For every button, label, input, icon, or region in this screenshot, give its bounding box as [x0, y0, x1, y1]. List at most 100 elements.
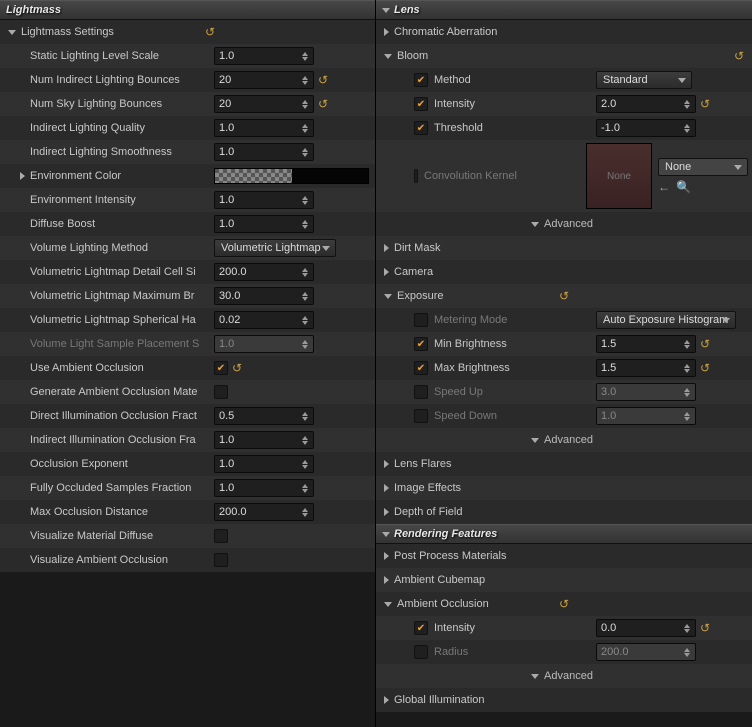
indirect-occ-input[interactable]: 1.0 [214, 431, 314, 449]
env-intensity-row: Environment Intensity 1.0 [0, 188, 375, 212]
use-selected-icon[interactable]: ← [658, 180, 670, 194]
bloom-header-row[interactable]: Bloom ↺ [376, 44, 752, 68]
lensflares-row[interactable]: Lens Flares [376, 452, 752, 476]
ao-radius-override-checkbox[interactable] [414, 645, 428, 659]
vol-method-label: Volume Lighting Method [30, 242, 214, 254]
global-illum-row[interactable]: Global Illumination [376, 688, 752, 712]
env-color-row[interactable]: Environment Color [0, 164, 375, 188]
lightmass-settings-row[interactable]: Lightmass Settings ↺ [0, 20, 375, 44]
indirect-quality-input[interactable]: 1.0 [214, 119, 314, 137]
ao-radius-input: 200.0 [596, 643, 696, 661]
bloom-advanced-row[interactable]: Advanced [376, 212, 752, 236]
lens-header[interactable]: Lens [376, 0, 752, 20]
asset-thumbnail[interactable]: None [586, 143, 652, 209]
reset-icon[interactable]: ↺ [700, 337, 710, 351]
chevron-down-icon [531, 222, 539, 227]
chromatic-row[interactable]: Chromatic Aberration [376, 20, 752, 44]
minbr-input[interactable]: 1.5 [596, 335, 696, 353]
use-ao-checkbox[interactable] [214, 361, 228, 375]
rendering-header[interactable]: Rendering Features [376, 524, 752, 544]
lens-panel: Lens Chromatic Aberration Bloom ↺ Method… [376, 0, 752, 727]
occ-exp-label: Occlusion Exponent [30, 458, 214, 470]
static-scale-row: Static Lighting Level Scale 1.0 [0, 44, 375, 68]
env-intensity-input[interactable]: 1.0 [214, 191, 314, 209]
indirect-quality-label: Indirect Lighting Quality [30, 122, 214, 134]
metering-combo[interactable]: Auto Exposure Histogram [596, 311, 736, 329]
vol-maxbr-input[interactable]: 30.0 [214, 287, 314, 305]
vol-maxbr-row: Volumetric Lightmap Maximum Br 30.0 [0, 284, 375, 308]
env-color-swatch[interactable] [214, 168, 369, 184]
static-scale-label: Static Lighting Level Scale [30, 50, 214, 62]
metering-label: Metering Mode [434, 314, 596, 326]
speeddown-label: Speed Down [434, 410, 596, 422]
vis-ao-row: Visualize Ambient Occlusion [0, 548, 375, 572]
ao-header-row[interactable]: Ambient Occlusion ↺ [376, 592, 752, 616]
reset-icon[interactable]: ↺ [205, 25, 215, 39]
reset-icon[interactable]: ↺ [318, 73, 328, 87]
bloom-method-combo[interactable]: Standard [596, 71, 692, 89]
ao-intensity-input[interactable]: 0.0 [596, 619, 696, 637]
dof-label: Depth of Field [394, 506, 556, 518]
minbr-override-checkbox[interactable] [414, 337, 428, 351]
maxbr-override-checkbox[interactable] [414, 361, 428, 375]
indirect-occ-label: Indirect Illumination Occlusion Fra [30, 434, 214, 446]
speeddown-override-checkbox[interactable] [414, 409, 428, 423]
num-indirect-input[interactable]: 20 [214, 71, 314, 89]
vis-ao-checkbox[interactable] [214, 553, 228, 567]
reset-icon[interactable]: ↺ [700, 361, 710, 375]
bloom-threshold-input[interactable]: -1.0 [596, 119, 696, 137]
imageeffects-row[interactable]: Image Effects [376, 476, 752, 500]
maxbr-input[interactable]: 1.5 [596, 359, 696, 377]
occ-exp-input[interactable]: 1.0 [214, 455, 314, 473]
reset-icon[interactable]: ↺ [318, 97, 328, 111]
num-sky-row: Num Sky Lighting Bounces 20↺ [0, 92, 375, 116]
use-ao-row: Use Ambient Occlusion ↺ [0, 356, 375, 380]
conv-override-checkbox[interactable] [414, 169, 418, 183]
vol-detail-input[interactable]: 200.0 [214, 263, 314, 281]
gen-ao-checkbox[interactable] [214, 385, 228, 399]
intensity-override-checkbox[interactable] [414, 97, 428, 111]
ambcubemap-row[interactable]: Ambient Cubemap [376, 568, 752, 592]
reset-icon[interactable]: ↺ [559, 597, 569, 611]
exposure-header-row[interactable]: Exposure ↺ [376, 284, 752, 308]
vis-diffuse-checkbox[interactable] [214, 529, 228, 543]
reset-icon[interactable]: ↺ [700, 97, 710, 111]
global-illum-label: Global Illumination [394, 694, 556, 706]
fully-occ-row: Fully Occluded Samples Fraction 1.0 [0, 476, 375, 500]
vis-diffuse-label: Visualize Material Diffuse [30, 530, 214, 542]
ppm-row[interactable]: Post Process Materials [376, 544, 752, 568]
metering-override-checkbox[interactable] [414, 313, 428, 327]
bloom-intensity-input[interactable]: 2.0 [596, 95, 696, 113]
browse-icon[interactable]: 🔍 [676, 180, 691, 194]
exposure-advanced-row[interactable]: Advanced [376, 428, 752, 452]
camera-row[interactable]: Camera [376, 260, 752, 284]
num-sky-input[interactable]: 20 [214, 95, 314, 113]
ao-intensity-override-checkbox[interactable] [414, 621, 428, 635]
speedup-override-checkbox[interactable] [414, 385, 428, 399]
diffuse-boost-label: Diffuse Boost [30, 218, 214, 230]
bloom-threshold-row: Threshold -1.0 [376, 116, 752, 140]
max-bright-row: Max Brightness 1.5↺ [376, 356, 752, 380]
ao-advanced-row[interactable]: Advanced [376, 664, 752, 688]
vol-sph-input[interactable]: 0.02 [214, 311, 314, 329]
dirtmask-row[interactable]: Dirt Mask [376, 236, 752, 260]
max-occ-dist-input[interactable]: 200.0 [214, 503, 314, 521]
reset-icon[interactable]: ↺ [232, 361, 242, 375]
reset-icon[interactable]: ↺ [559, 289, 569, 303]
static-scale-input[interactable]: 1.0 [214, 47, 314, 65]
lensflares-label: Lens Flares [394, 458, 556, 470]
method-override-checkbox[interactable] [414, 73, 428, 87]
lightmass-header[interactable]: Lightmass [0, 0, 375, 20]
reset-icon[interactable]: ↺ [734, 49, 744, 63]
diffuse-boost-input[interactable]: 1.0 [214, 215, 314, 233]
threshold-override-checkbox[interactable] [414, 121, 428, 135]
fully-occ-input[interactable]: 1.0 [214, 479, 314, 497]
direct-occ-input[interactable]: 0.5 [214, 407, 314, 425]
reset-icon[interactable]: ↺ [700, 621, 710, 635]
dof-row[interactable]: Depth of Field [376, 500, 752, 524]
indirect-smooth-input[interactable]: 1.0 [214, 143, 314, 161]
vol-method-combo[interactable]: Volumetric Lightmap [214, 239, 336, 257]
conv-kernel-row: Convolution Kernel None None ← 🔍 [376, 140, 752, 212]
asset-combo[interactable]: None [658, 158, 748, 176]
chevron-down-icon [531, 438, 539, 443]
